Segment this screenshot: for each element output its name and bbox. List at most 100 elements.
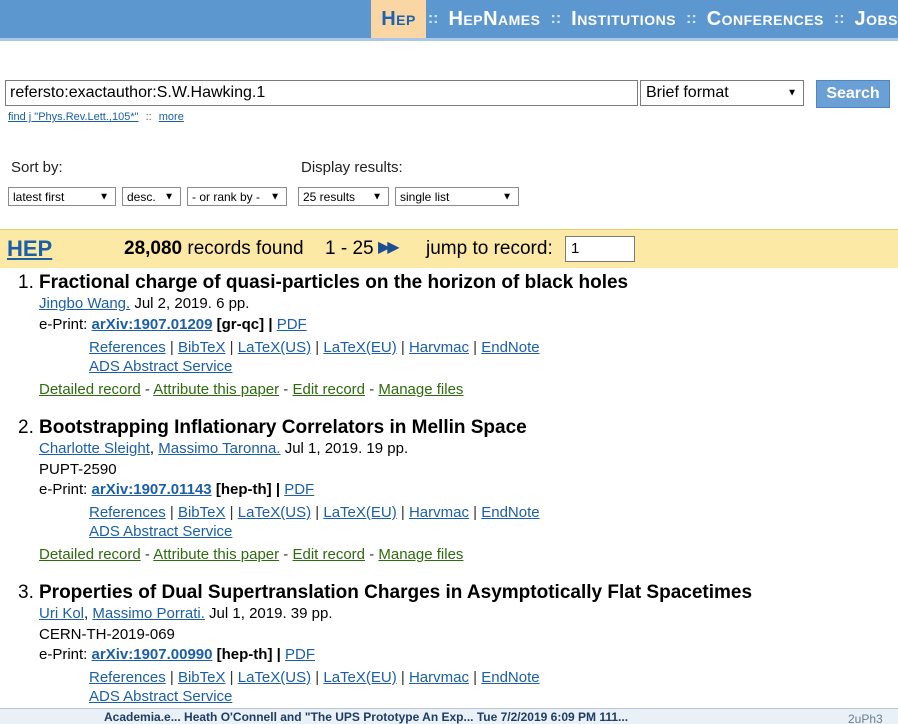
link-separator: | bbox=[268, 316, 273, 333]
detailed-record-link[interactable]: Detailed record bbox=[39, 546, 141, 563]
nav-separator: :: bbox=[686, 10, 697, 27]
manage-files-link[interactable]: Manage files bbox=[378, 546, 463, 563]
display-mode-value: single list bbox=[400, 189, 450, 204]
nav-hepnames[interactable]: HepNames bbox=[440, 0, 548, 38]
bibtex-link[interactable]: BibTeX bbox=[178, 504, 226, 521]
ads-link[interactable]: ADS Abstract Service bbox=[89, 358, 232, 375]
background-mail-row[interactable]: Academia.e... Heath O'Connell and "The U… bbox=[104, 710, 628, 724]
nav-divider bbox=[0, 38, 898, 41]
link-separator: | bbox=[473, 669, 478, 686]
latex-eu-link[interactable]: LaTeX(EU) bbox=[323, 669, 396, 686]
search-hint: find j "Phys.Rev.Lett.,105*" :: more bbox=[8, 111, 184, 123]
detailed-record-link[interactable]: Detailed record bbox=[39, 381, 141, 398]
author-link[interactable]: Uri Kol bbox=[39, 605, 84, 622]
eprint-line: e-Print: arXiv:1907.00990 [hep-th] | PDF bbox=[39, 646, 315, 663]
eprint-label: e-Print: bbox=[39, 481, 88, 498]
endnote-link[interactable]: EndNote bbox=[481, 669, 539, 686]
attribute-paper-link[interactable]: Attribute this paper bbox=[153, 546, 279, 563]
attribute-paper-link[interactable]: Attribute this paper bbox=[153, 381, 279, 398]
record-number: 2. bbox=[18, 417, 34, 438]
pdf-link[interactable]: PDF bbox=[277, 316, 307, 333]
results-count-select[interactable]: 25 results ▼ bbox=[298, 187, 389, 206]
pdf-link[interactable]: PDF bbox=[284, 481, 314, 498]
nav-jobs[interactable]: Jobs bbox=[847, 0, 898, 38]
background-window-strip: Academia.e... Heath O'Connell and "The U… bbox=[0, 708, 898, 724]
nav-institutions[interactable]: Institutions bbox=[563, 0, 684, 38]
nav-separator: :: bbox=[833, 10, 845, 27]
chevron-down-icon: ▼ bbox=[787, 87, 797, 99]
nav-hep[interactable]: Hep bbox=[371, 0, 426, 38]
arxiv-category: [hep-th] bbox=[216, 646, 273, 663]
arxiv-category: [gr-qc] bbox=[216, 316, 265, 333]
report-number: CERN-TH-2019-069 bbox=[39, 626, 175, 643]
author-link[interactable]: Jingbo Wang. bbox=[39, 295, 130, 312]
references-link[interactable]: References bbox=[89, 504, 166, 521]
search-input[interactable] bbox=[5, 80, 638, 106]
results-count-value: 25 results bbox=[303, 189, 356, 204]
record-meta: Jul 1, 2019. 19 pp. bbox=[280, 440, 409, 457]
latex-us-link[interactable]: LaTeX(US) bbox=[238, 339, 311, 356]
rank-select[interactable]: - or rank by - ▼ bbox=[187, 187, 287, 206]
display-mode-select[interactable]: single list ▼ bbox=[395, 187, 519, 206]
record-title[interactable]: Fractional charge of quasi-particles on … bbox=[39, 272, 628, 294]
references-link[interactable]: References bbox=[89, 339, 166, 356]
example-query-link[interactable]: find j "Phys.Rev.Lett.,105*" bbox=[8, 111, 139, 123]
more-link[interactable]: more bbox=[159, 111, 184, 123]
author-link[interactable]: Massimo Porrati. bbox=[92, 605, 205, 622]
link-separator: | bbox=[315, 339, 320, 356]
record-title[interactable]: Properties of Dual Supertranslation Char… bbox=[39, 582, 752, 604]
records-count: 28,080 bbox=[124, 238, 183, 259]
next-page-icon[interactable]: ▶▶ bbox=[378, 237, 400, 257]
latex-eu-link[interactable]: LaTeX(EU) bbox=[323, 504, 396, 521]
jump-to-record-input[interactable]: 1 bbox=[565, 236, 635, 262]
author-link[interactable]: Massimo Taronna. bbox=[158, 440, 280, 457]
link-separator: | bbox=[169, 339, 174, 356]
endnote-link[interactable]: EndNote bbox=[481, 339, 539, 356]
harvmac-link[interactable]: Harvmac bbox=[409, 504, 469, 521]
record-authors: Jingbo Wang. Jul 2, 2019. 6 pp. bbox=[39, 295, 249, 312]
export-links: References | BibTeX | LaTeX(US) | LaTeX(… bbox=[89, 669, 540, 686]
record-actions: Detailed record - Attribute this paper -… bbox=[39, 546, 464, 563]
ads-line: ADS Abstract Service bbox=[89, 523, 232, 540]
export-links: References | BibTeX | LaTeX(US) | LaTeX(… bbox=[89, 339, 540, 356]
records-found-label: records found bbox=[187, 238, 304, 259]
ads-link[interactable]: ADS Abstract Service bbox=[89, 688, 232, 705]
bibtex-link[interactable]: BibTeX bbox=[178, 669, 226, 686]
chevron-down-icon: ▼ bbox=[372, 191, 382, 202]
chevron-down-icon: ▼ bbox=[502, 191, 512, 202]
rank-value: - or rank by - bbox=[192, 189, 261, 204]
format-select[interactable]: Brief format ▼ bbox=[640, 80, 804, 106]
edit-record-link[interactable]: Edit record bbox=[292, 546, 365, 563]
harvmac-link[interactable]: Harvmac bbox=[409, 339, 469, 356]
link-separator: | bbox=[400, 339, 405, 356]
pdf-link[interactable]: PDF bbox=[285, 646, 315, 663]
ads-line: ADS Abstract Service bbox=[89, 358, 232, 375]
sort-order-select[interactable]: latest first ▼ bbox=[8, 187, 116, 206]
harvmac-link[interactable]: Harvmac bbox=[409, 669, 469, 686]
references-link[interactable]: References bbox=[89, 669, 166, 686]
sort-direction-select[interactable]: desc. ▼ bbox=[122, 187, 181, 206]
nav-separator: :: bbox=[550, 10, 562, 27]
manage-files-link[interactable]: Manage files bbox=[378, 381, 463, 398]
search-button[interactable]: Search bbox=[816, 80, 890, 108]
record-title[interactable]: Bootstrapping Inflationary Correlators i… bbox=[39, 417, 527, 439]
edit-record-link[interactable]: Edit record bbox=[292, 381, 365, 398]
arxiv-link[interactable]: arXiv:1907.01209 bbox=[92, 316, 213, 333]
link-separator: | bbox=[169, 504, 174, 521]
author-link[interactable]: Charlotte Sleight bbox=[39, 440, 150, 457]
latex-us-link[interactable]: LaTeX(US) bbox=[238, 504, 311, 521]
report-number: PUPT-2590 bbox=[39, 461, 117, 478]
top-navigation: Hep :: HepNames :: Institutions :: Confe… bbox=[0, 0, 898, 38]
endnote-link[interactable]: EndNote bbox=[481, 504, 539, 521]
arxiv-link[interactable]: arXiv:1907.00990 bbox=[92, 646, 213, 663]
bibtex-link[interactable]: BibTeX bbox=[178, 339, 226, 356]
ads-line: ADS Abstract Service bbox=[89, 688, 232, 705]
format-select-value: Brief format bbox=[646, 84, 729, 101]
latex-us-link[interactable]: LaTeX(US) bbox=[238, 669, 311, 686]
latex-eu-link[interactable]: LaTeX(EU) bbox=[323, 339, 396, 356]
background-window-label: 2uPh3 bbox=[848, 712, 883, 724]
ads-link[interactable]: ADS Abstract Service bbox=[89, 523, 232, 540]
arxiv-link[interactable]: arXiv:1907.01143 bbox=[92, 481, 212, 498]
nav-conferences[interactable]: Conferences bbox=[699, 0, 832, 38]
collection-link[interactable]: HEP bbox=[7, 236, 52, 262]
